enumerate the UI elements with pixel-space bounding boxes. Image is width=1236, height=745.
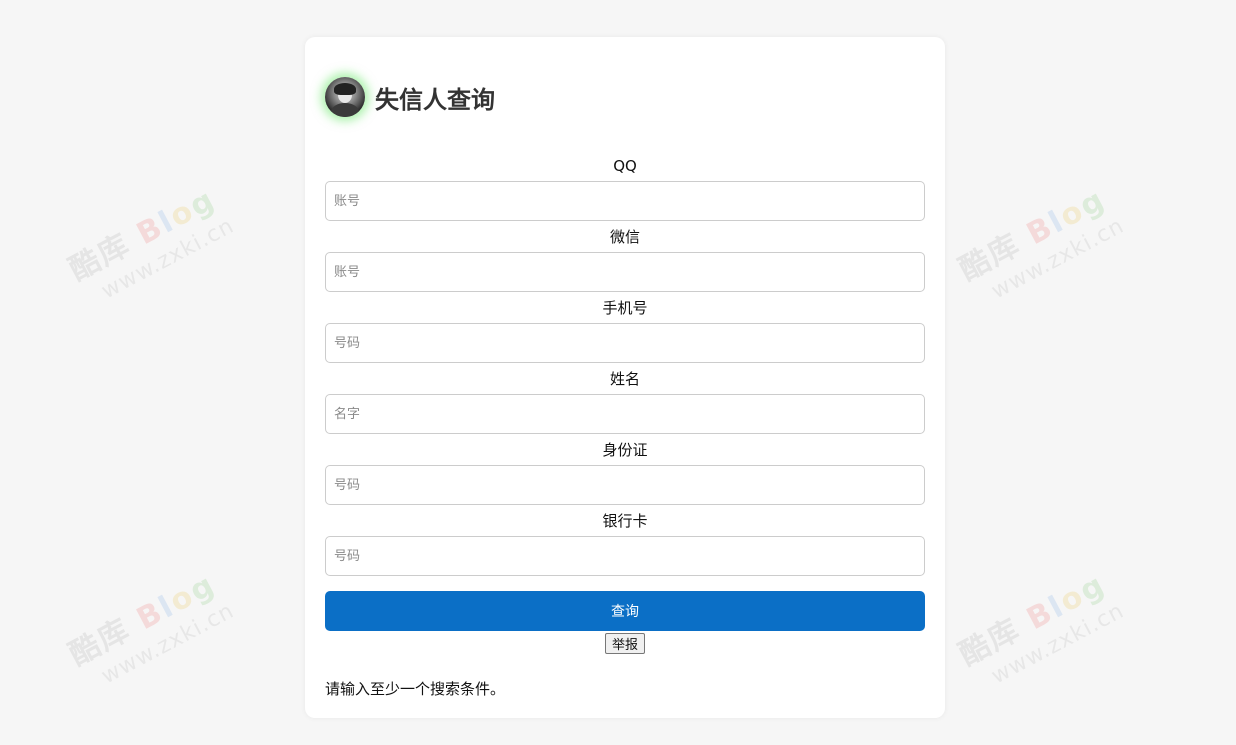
watermark-letter: o — [164, 193, 201, 235]
report-button[interactable]: 举报 — [604, 633, 645, 654]
card-header: 失信人查询 — [325, 77, 495, 117]
watermark-letter: l — [1043, 203, 1071, 241]
watermark-letter: B — [131, 594, 170, 638]
watermark: 酷库 Blog www.zxki.cn — [60, 173, 239, 313]
page-title: 失信人查询 — [375, 85, 495, 114]
watermark-letter: g — [184, 567, 222, 610]
watermark-letter: l — [153, 588, 181, 626]
watermark-url: www.zxki.cn — [987, 213, 1129, 305]
wechat-label: 微信 — [609, 228, 640, 246]
phone-label: 手机号 — [602, 299, 648, 317]
watermark-letter: g — [1074, 567, 1112, 610]
watermark-url: www.zxki.cn — [97, 213, 239, 305]
watermark-letter: B — [1021, 594, 1060, 638]
watermark: 酷库 Blog www.zxki.cn — [950, 173, 1129, 313]
wechat-input[interactable] — [325, 252, 925, 292]
watermark-letter: o — [164, 578, 201, 620]
name-label: 姓名 — [609, 370, 640, 388]
bank-card-label: 银行卡 — [602, 512, 648, 530]
search-form: QQ 微信 手机号 姓名 身份证 银行卡 查询 举报 — [325, 150, 925, 655]
watermark-letter: o — [1054, 193, 1091, 235]
watermark-letter: B — [1021, 209, 1060, 253]
watermark: 酷库 Blog www.zxki.cn — [950, 558, 1129, 698]
watermark-letter: g — [1074, 182, 1112, 225]
watermark-letter: l — [1043, 588, 1071, 626]
id-card-label: 身份证 — [602, 441, 648, 459]
qq-label: QQ — [613, 157, 637, 175]
watermark-letter: g — [184, 182, 222, 225]
watermark-url: www.zxki.cn — [97, 598, 239, 690]
watermark-brand: 酷库 — [953, 227, 1027, 288]
avatar-body — [331, 103, 359, 117]
watermark-letter: B — [131, 209, 170, 253]
watermark-brand: 酷库 — [953, 612, 1027, 673]
watermark: 酷库 Blog www.zxki.cn — [60, 558, 239, 698]
watermark-brand: 酷库 — [63, 227, 137, 288]
watermark-letter: l — [153, 203, 181, 241]
watermark-brand: 酷库 — [63, 612, 137, 673]
search-card: 失信人查询 QQ 微信 手机号 姓名 身份证 银行卡 查询 举报 请输入至少一个… — [305, 37, 945, 718]
user-avatar-icon — [325, 77, 365, 117]
report-wrap: 举报 — [325, 633, 925, 655]
id-card-input[interactable] — [325, 465, 925, 505]
watermark-letter: o — [1054, 578, 1091, 620]
avatar-hair — [334, 83, 356, 95]
name-input[interactable] — [325, 394, 925, 434]
search-button[interactable]: 查询 — [325, 591, 925, 631]
watermark-url: www.zxki.cn — [987, 598, 1129, 690]
bank-card-input[interactable] — [325, 536, 925, 576]
status-message: 请输入至少一个搜索条件。 — [325, 680, 506, 698]
phone-input[interactable] — [325, 323, 925, 363]
qq-input[interactable] — [325, 181, 925, 221]
